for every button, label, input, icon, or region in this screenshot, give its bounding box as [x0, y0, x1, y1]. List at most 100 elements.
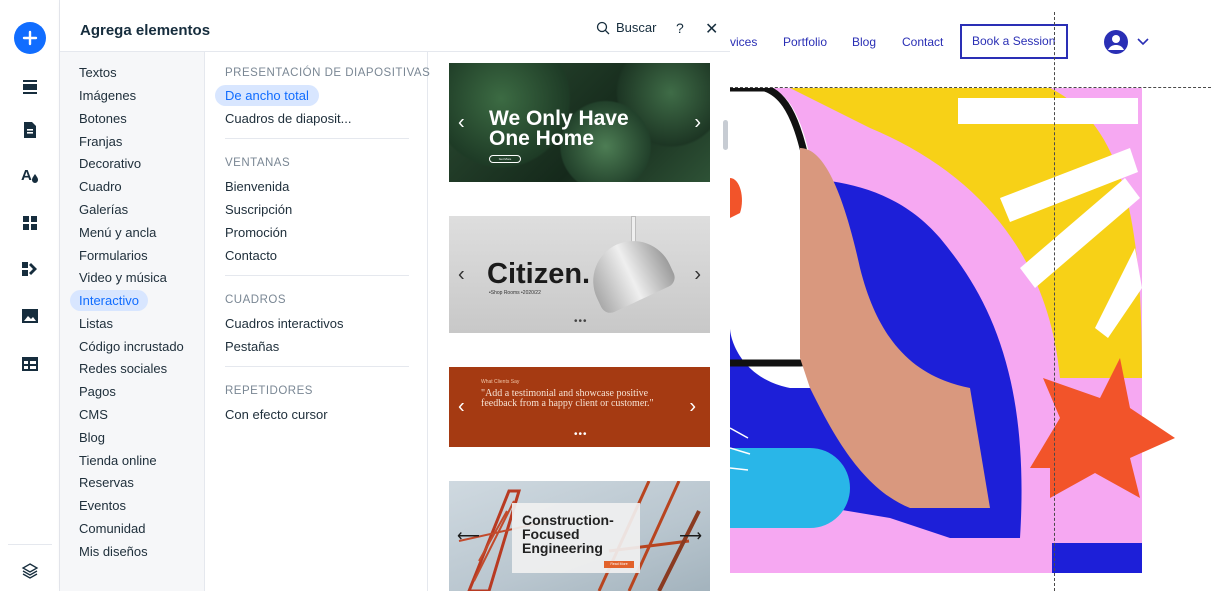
page-icon [24, 122, 36, 138]
preset-title: Citizen. [487, 258, 591, 290]
help-button[interactable]: ? [676, 20, 684, 36]
svg-text:A: A [21, 167, 32, 184]
arrow-left-icon: ‹ [458, 263, 465, 285]
arrow-left-icon: ‹ [458, 395, 465, 418]
category-item[interactable]: Código incrustado [70, 336, 193, 357]
slide-dots: ••• [574, 429, 588, 440]
layers-icon [21, 563, 39, 579]
preset-button-label: Get More [498, 157, 512, 161]
category-item[interactable]: Decorativo [70, 153, 150, 174]
category-item[interactable]: Pagos [70, 381, 125, 402]
category-item[interactable]: Formularios [70, 245, 157, 266]
section-guide-line [730, 87, 1211, 88]
slideshow-preset-construction[interactable]: ⟵ ⟶ Construction-Focused Engineering Rea… [449, 481, 710, 591]
apps-icon [23, 216, 37, 230]
category-item[interactable]: Franjas [70, 131, 131, 152]
subcategory-item[interactable]: Cuadros de diaposit... [215, 108, 361, 129]
category-item[interactable]: Textos [70, 62, 126, 83]
category-list: Textos Imágenes Botones Franjas Decorati… [60, 52, 205, 591]
nav-link-blog[interactable]: Blog [852, 35, 876, 49]
scrollbar-thumb[interactable] [723, 120, 728, 150]
chevron-down-icon[interactable] [1136, 34, 1150, 48]
category-item[interactable]: Listas [70, 313, 122, 334]
slideshow-preset-citizen[interactable]: ‹ › Citizen. •Shop Rooms •2020/22 ••• [449, 216, 710, 333]
slideshow-preset-testimonial[interactable]: ‹ › What Clients Say "Add a testimonial … [449, 367, 710, 447]
slideshow-preset-forest[interactable]: ‹ › We Only Have One Home Get More [449, 63, 710, 182]
business-button[interactable] [14, 253, 46, 285]
arrow-right-icon: › [694, 111, 701, 133]
user-avatar-icon[interactable] [1104, 30, 1128, 54]
search-button[interactable]: Buscar [596, 20, 656, 35]
section-divider [225, 366, 409, 367]
category-item[interactable]: Video y música [70, 267, 176, 288]
book-session-button[interactable]: Book a Session [960, 24, 1068, 59]
nav-link-contact[interactable]: Contact [902, 35, 943, 49]
section-heading: CUADROS [225, 294, 287, 306]
preset-eyebrow: What Clients Say [481, 379, 520, 385]
arrow-right-icon: ⟶ [679, 528, 702, 545]
category-item-active[interactable]: Interactivo [70, 290, 148, 311]
nav-link-services[interactable]: vices [730, 35, 757, 49]
panel-title: Agrega elementos [80, 22, 211, 39]
category-item[interactable]: Blog [70, 427, 114, 448]
sections-button[interactable] [14, 71, 46, 103]
category-item[interactable]: Menú y ancla [70, 222, 165, 243]
category-item[interactable]: Eventos [70, 495, 135, 516]
category-item[interactable]: Redes sociales [70, 358, 176, 379]
category-item[interactable]: Comunidad [70, 518, 155, 539]
business-icon [22, 262, 37, 276]
left-toolbar: A [0, 0, 60, 591]
close-button[interactable]: ✕ [705, 19, 718, 39]
section-heading: REPETIDORES [225, 385, 313, 397]
preset-button: Get More [489, 155, 521, 163]
apps-button[interactable] [14, 207, 46, 239]
preset-title: Construction-Focused Engineering [522, 512, 614, 556]
pages-button[interactable] [14, 114, 46, 146]
preset-title: We Only Have One Home [489, 107, 629, 150]
section-divider [225, 275, 409, 276]
sections-icon [23, 80, 37, 94]
subcategory-item[interactable]: Cuadros interactivos [215, 313, 354, 334]
category-item[interactable]: Tienda online [70, 450, 166, 471]
nav-link-portfolio[interactable]: Portfolio [783, 35, 827, 49]
category-item[interactable]: Botones [70, 108, 136, 129]
subcategory-item-active[interactable]: De ancho total [215, 85, 319, 106]
layers-button[interactable] [14, 555, 46, 587]
slide-dots: ••• [574, 316, 588, 327]
subcategory-item[interactable]: Con efecto cursor [215, 404, 338, 425]
arrow-right-icon: › [689, 395, 696, 418]
arrow-left-icon: ⟵ [457, 528, 480, 545]
preset-button-label: Read More [610, 562, 628, 566]
subcategory-item[interactable]: Promoción [215, 222, 297, 243]
site-canvas[interactable]: vices Portfolio Blog Contact Book a Sess… [730, 0, 1211, 591]
preset-button: Read More [604, 561, 634, 568]
category-item[interactable]: Mis diseños [70, 541, 157, 562]
cms-button[interactable] [14, 348, 46, 380]
preset-subtitle: •Shop Rooms •2020/22 [489, 290, 541, 296]
table-icon [22, 357, 38, 371]
add-elements-panel: Agrega elementos Buscar ? ✕ Textos Imáge… [60, 0, 730, 591]
subcategory-list: PRESENTACIÓN DE DIAPOSITIVAS De ancho to… [206, 52, 430, 591]
category-item[interactable]: Reservas [70, 472, 143, 493]
search-icon [596, 21, 610, 34]
category-item[interactable]: Imágenes [70, 85, 145, 106]
media-button[interactable] [14, 300, 46, 332]
preset-gallery: ‹ › We Only Have One Home Get More ‹ › C… [429, 52, 730, 591]
subcategory-item[interactable]: Contacto [215, 245, 287, 266]
hero-artwork [730, 88, 1175, 573]
category-item[interactable]: Galerías [70, 199, 137, 220]
add-elements-button[interactable] [14, 22, 46, 54]
image-icon [22, 309, 38, 323]
column-guide-line [1054, 12, 1055, 591]
category-item[interactable]: CMS [70, 404, 117, 425]
panel-header: Agrega elementos Buscar ? ✕ [60, 0, 730, 52]
subcategory-item[interactable]: Suscripción [215, 199, 302, 220]
theme-button[interactable]: A [14, 159, 46, 191]
subcategory-item[interactable]: Pestañas [215, 336, 289, 357]
theme-icon: A [21, 167, 38, 184]
section-divider [225, 138, 409, 139]
arrow-right-icon: › [694, 263, 701, 285]
arrow-left-icon: ‹ [458, 111, 465, 133]
category-item[interactable]: Cuadro [70, 176, 131, 197]
subcategory-item[interactable]: Bienvenida [215, 176, 299, 197]
